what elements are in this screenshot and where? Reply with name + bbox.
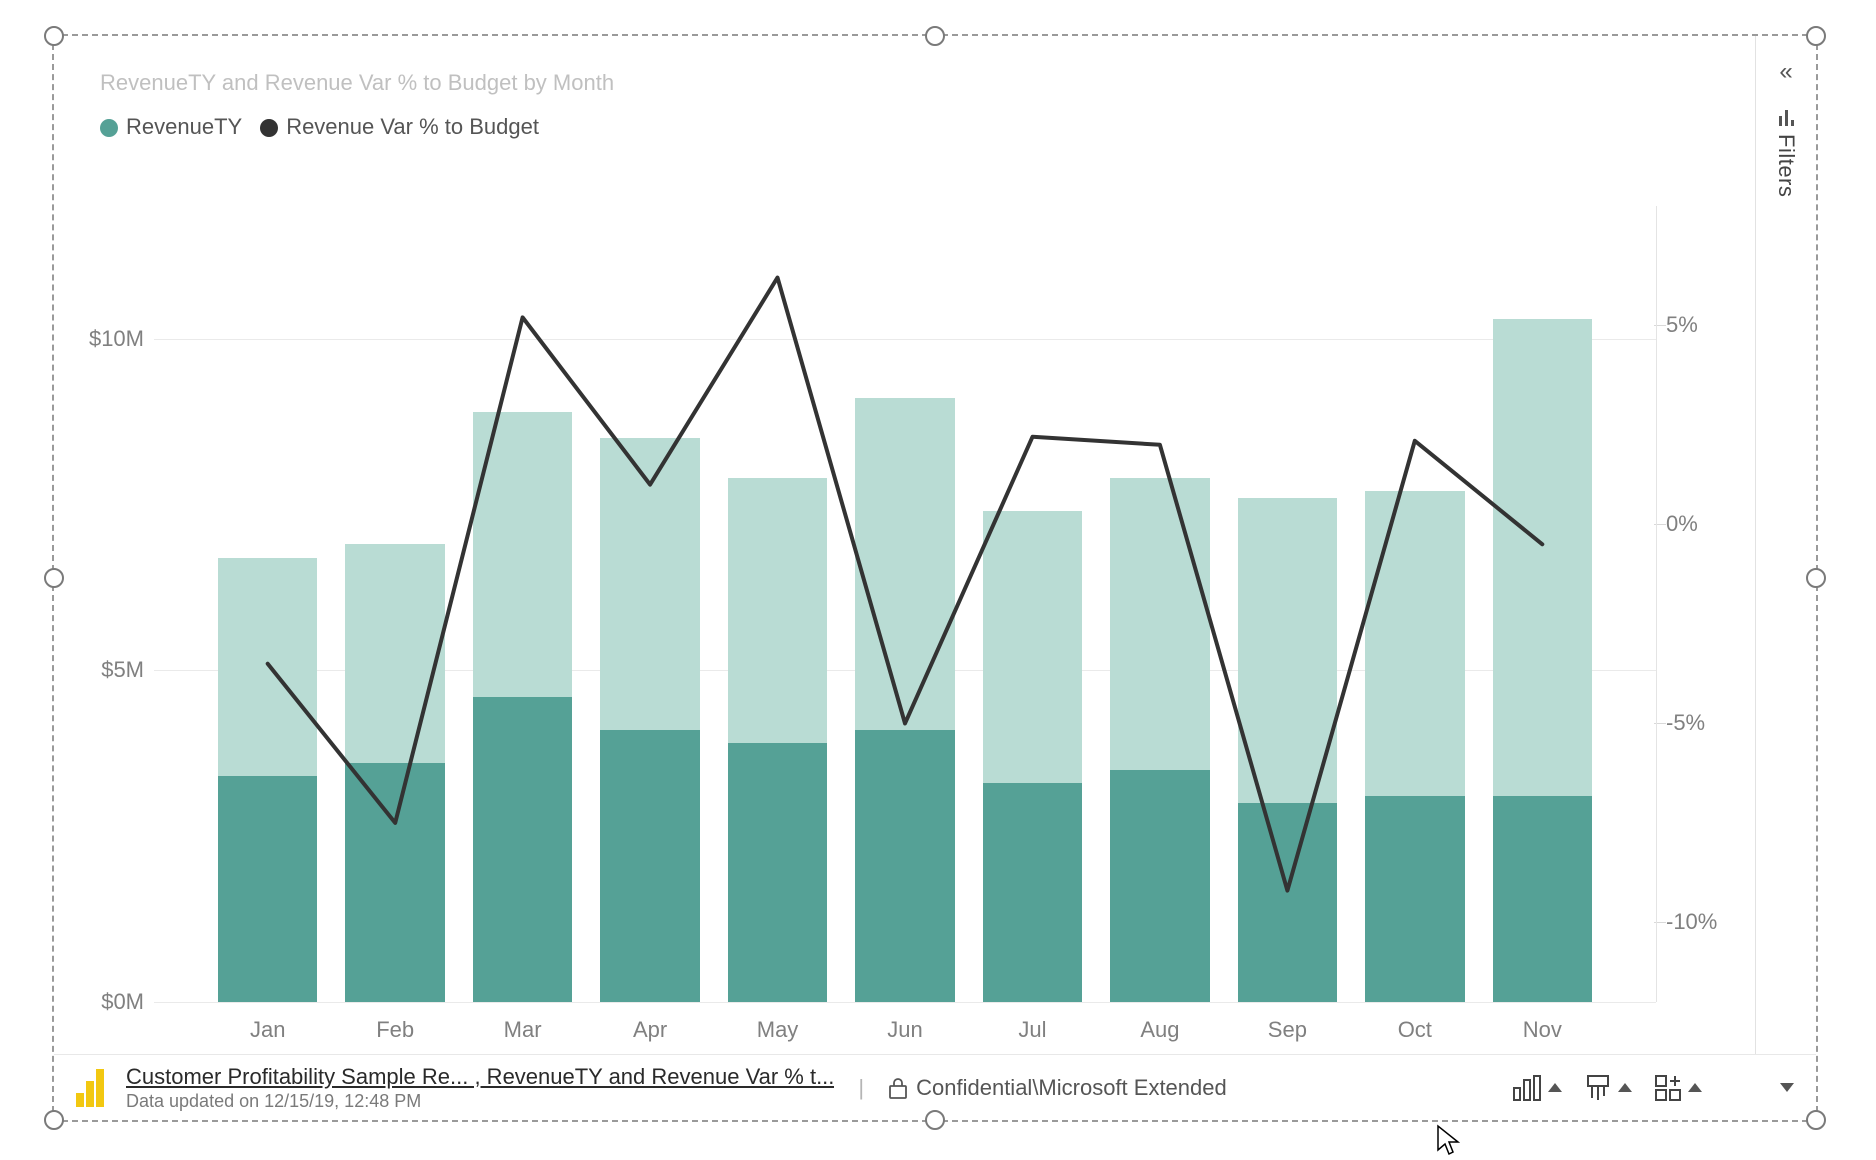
y-right-tick-label: -10% <box>1666 909 1736 935</box>
mouse-cursor-icon <box>1436 1124 1460 1156</box>
chevron-up-icon <box>1688 1083 1702 1092</box>
brush-icon <box>1584 1074 1612 1102</box>
legend-marker-revenue-var <box>260 119 278 137</box>
separator: | <box>854 1075 868 1101</box>
y-left-tick-label: $5M <box>74 657 144 683</box>
chart-legend: RevenueTY Revenue Var % to Budget <box>100 114 1716 140</box>
y-left-tick-label: $10M <box>74 326 144 352</box>
y-right-tick-label: 0% <box>1666 511 1736 537</box>
chart-plot-area[interactable]: $0M$5M$10M-10%-5%0%5%JanFebMarAprMayJunJ… <box>154 206 1656 1038</box>
add-tile-button[interactable] <box>1654 1074 1702 1102</box>
breadcrumb-path[interactable]: Customer Profitability Sample Re... , Re… <box>126 1063 834 1091</box>
combo-chart-visual[interactable]: RevenueTY and Revenue Var % to Budget by… <box>54 36 1756 1054</box>
legend-marker-revenuety <box>100 119 118 137</box>
status-bar: Customer Profitability Sample Re... , Re… <box>54 1054 1816 1120</box>
y-right-tick-label: -5% <box>1666 710 1736 736</box>
data-updated-label: Data updated on 12/15/19, 12:48 PM <box>126 1090 834 1113</box>
filters-pane-collapsed[interactable]: « Filters <box>1755 36 1816 1054</box>
chevron-down-icon <box>1780 1083 1794 1092</box>
filters-pane-label: Filters <box>1773 134 1799 197</box>
filters-icon <box>1779 110 1794 126</box>
grid-add-icon <box>1654 1074 1682 1102</box>
status-bar-toolbar <box>1512 1074 1794 1102</box>
apply-filters-button[interactable] <box>1584 1074 1632 1102</box>
legend-item-revenuety[interactable]: RevenueTY <box>100 114 242 140</box>
related-visuals-button[interactable] <box>1512 1074 1562 1102</box>
chevron-up-icon <box>1548 1083 1562 1092</box>
y-left-tick-label: $0M <box>74 989 144 1015</box>
lock-icon <box>888 1077 908 1099</box>
chart-title: RevenueTY and Revenue Var % to Budget by… <box>100 70 1716 96</box>
line-series-revenue-var[interactable] <box>268 278 1543 891</box>
expand-filters-icon[interactable]: « <box>1779 60 1792 84</box>
bar-chart-icon <box>1512 1074 1542 1102</box>
sensitivity-label[interactable]: Confidential\Microsoft Extended <box>888 1075 1227 1101</box>
breadcrumb[interactable]: Customer Profitability Sample Re... , Re… <box>126 1063 834 1113</box>
chevron-up-icon <box>1618 1083 1632 1092</box>
y-right-tick-label: 5% <box>1666 312 1736 338</box>
powerbi-logo-icon <box>76 1069 106 1107</box>
expand-toolbar-button[interactable] <box>1780 1083 1794 1092</box>
visual-selection-frame[interactable]: « Filters RevenueTY and Revenue Var % to… <box>52 34 1818 1122</box>
legend-item-revenue-var[interactable]: Revenue Var % to Budget <box>260 114 539 140</box>
